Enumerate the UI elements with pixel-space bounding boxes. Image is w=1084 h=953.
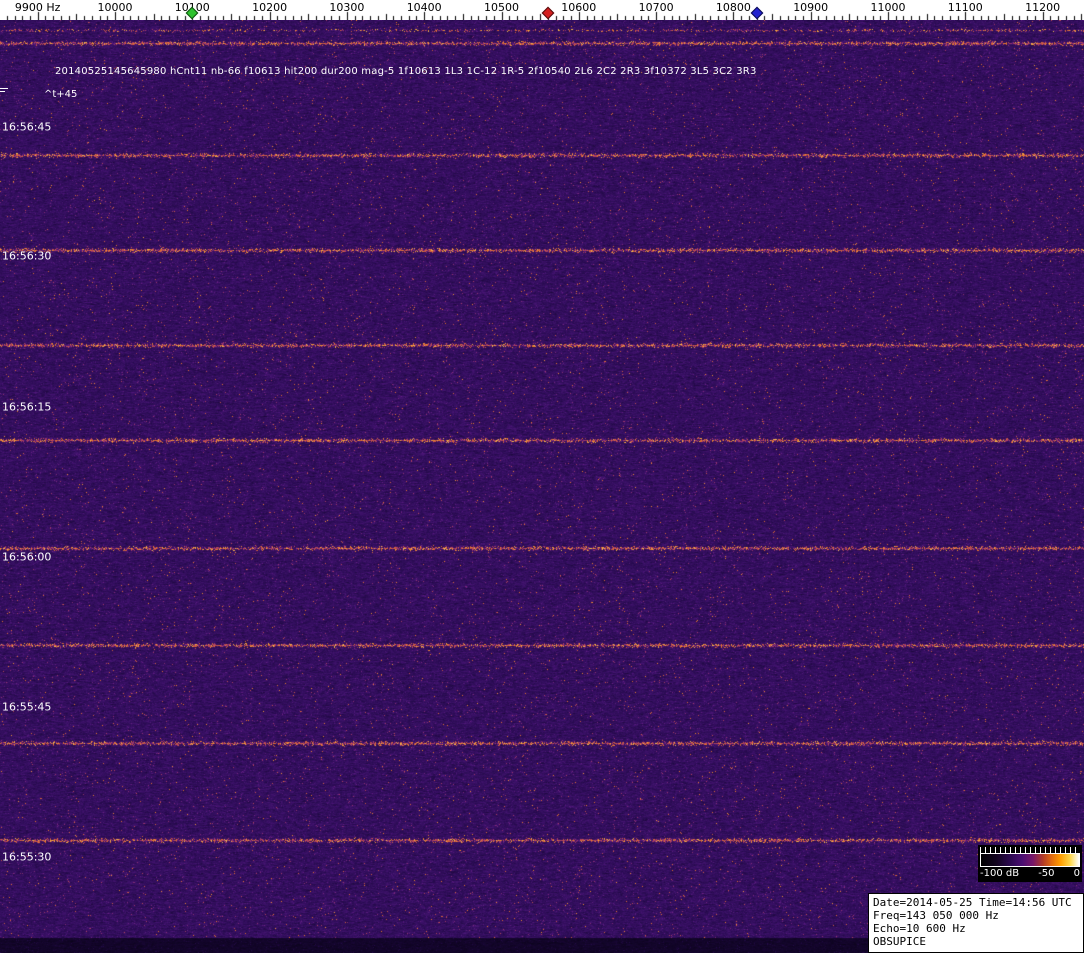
ruler-label-10200: 10200 bbox=[252, 1, 288, 14]
time-tick bbox=[0, 91, 5, 92]
detection-annotation: 20140525145645980 hCnt11 nb-66 f10613 hi… bbox=[55, 66, 757, 77]
info-date-line: Date=2014-05-25 Time=14:56 UTC bbox=[873, 896, 1072, 909]
ruler-label-11000: 11000 bbox=[870, 1, 906, 14]
ruler-label-11100: 11100 bbox=[947, 1, 983, 14]
colorbar-label-max: 0 bbox=[1073, 868, 1080, 879]
time-label: 16:56:15 bbox=[2, 400, 52, 414]
db-colorbar: -100 dB -50 0 bbox=[978, 845, 1082, 882]
ruler-label-10800: 10800 bbox=[715, 1, 751, 14]
time-label: 16:56:30 bbox=[2, 249, 52, 263]
ruler-label-10700: 10700 bbox=[638, 1, 674, 14]
ruler-label-10600: 10600 bbox=[561, 1, 597, 14]
info-echo-line: Echo=10 600 Hz bbox=[873, 922, 966, 935]
ruler-tick-canvas bbox=[0, 0, 1084, 20]
ruler-label-10400: 10400 bbox=[406, 1, 442, 14]
ruler-label-9900: 9900 Hz bbox=[14, 1, 61, 14]
observation-info-box: Date=2014-05-25 Time=14:56 UTC Freq=143 … bbox=[868, 893, 1084, 953]
colorbar-labels: -100 dB -50 0 bbox=[980, 867, 1080, 880]
waterfall-display[interactable]: 20140525145645980 hCnt11 nb-66 f10613 hi… bbox=[0, 20, 1084, 953]
colorbar-label-mid: -50 bbox=[1038, 868, 1055, 879]
time-label: 16:56:00 bbox=[2, 550, 52, 564]
time-label: 16:56:45 bbox=[2, 120, 52, 134]
time-label: 16:55:45 bbox=[2, 700, 52, 714]
time-offset-marker: ^t+45 bbox=[44, 89, 78, 100]
spectrogram-canvas[interactable] bbox=[0, 20, 1084, 953]
ruler-label-11200: 11200 bbox=[1025, 1, 1061, 14]
ruler-label-10900: 10900 bbox=[793, 1, 829, 14]
time-tick bbox=[0, 88, 8, 89]
meteor-spectrogram-window: 9900 Hz100001010010200103001040010500106… bbox=[0, 0, 1084, 953]
info-station-line: OBSUPICE bbox=[873, 935, 926, 948]
colorbar-gradient bbox=[980, 853, 1080, 867]
ruler-label-10300: 10300 bbox=[329, 1, 365, 14]
ruler-label-10500: 10500 bbox=[484, 1, 519, 14]
info-freq-line: Freq=143 050 000 Hz bbox=[873, 909, 999, 922]
colorbar-label-min: -100 dB bbox=[980, 868, 1020, 879]
frequency-ruler[interactable]: 9900 Hz100001010010200103001040010500106… bbox=[0, 0, 1084, 20]
time-label: 16:55:30 bbox=[2, 850, 52, 864]
ruler-label-10000: 10000 bbox=[97, 1, 133, 14]
